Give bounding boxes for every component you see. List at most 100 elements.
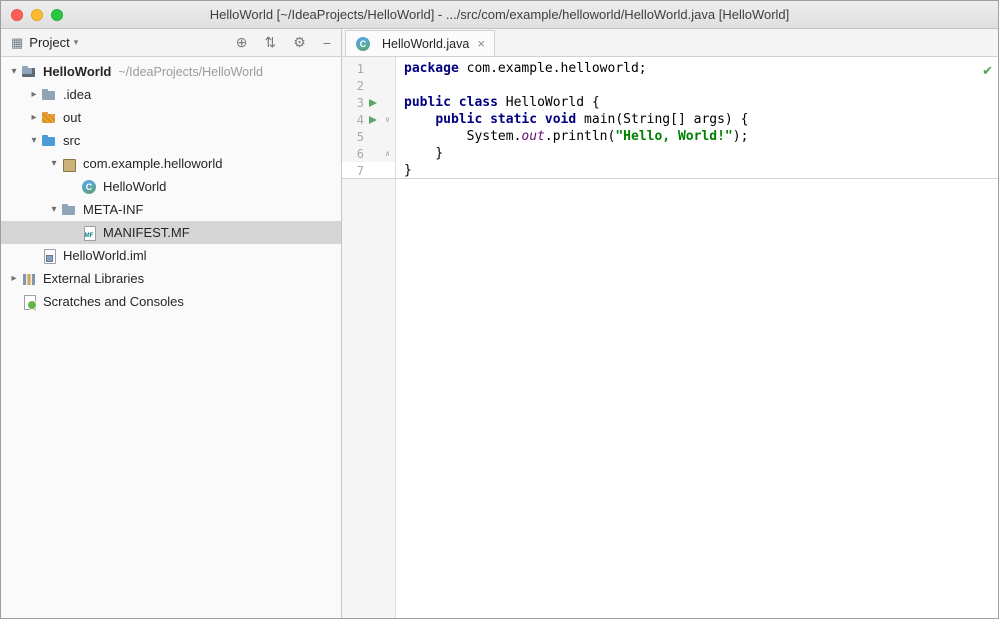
java-class-icon	[355, 36, 370, 52]
tab-label: HelloWorld.java	[382, 37, 469, 51]
line-number: 5	[342, 130, 364, 144]
code-token: main(String[] args) {	[576, 112, 748, 127]
gutter-row-3: 3	[342, 94, 395, 111]
line-number: 4	[342, 113, 364, 127]
run-button[interactable]	[369, 116, 377, 124]
code-token: System.	[404, 129, 521, 144]
line-number: 3	[342, 96, 364, 110]
run-button[interactable]	[369, 99, 377, 107]
manifest-icon	[81, 225, 97, 241]
gutter-row-7: 7	[342, 162, 395, 179]
chevron-down-icon[interactable]: ▾	[47, 204, 61, 215]
tree-item-label: Scratches and Consoles	[43, 294, 184, 309]
gutter-row-6: 6∧	[342, 145, 395, 162]
tree-item-com-example-helloworld[interactable]: ▾ com.example.helloworld	[1, 152, 341, 175]
code-token	[451, 95, 459, 110]
tree-item-label: src	[63, 133, 80, 148]
top-row: ▦ Project ▾ ⊕ ⇅ ⚙ − HelloWorld.java ×	[1, 29, 998, 57]
editor-gutter: 1 2 3 4 ∨ 56∧7	[342, 57, 396, 618]
code-token: package	[404, 61, 459, 76]
line-number: 1	[342, 62, 364, 76]
scratches-icon	[21, 294, 37, 310]
tree-item-meta-inf[interactable]: ▾ META-INF	[1, 198, 341, 221]
code-token: public	[404, 95, 451, 110]
chevron-down-icon[interactable]: ▾	[47, 158, 61, 169]
code-line-4: public static void main(String[] args) {	[404, 111, 998, 128]
run-gutter-cell	[364, 116, 381, 124]
out-folder-icon	[41, 110, 57, 126]
tree-item-external-libraries[interactable]: ▸ External Libraries	[1, 267, 341, 290]
close-tab-icon[interactable]: ×	[477, 36, 485, 51]
expand-collapse-icon[interactable]: ⇅	[265, 34, 277, 51]
code-token	[537, 112, 545, 127]
code-line-2	[404, 77, 998, 94]
tree-item-scratches-and-consoles[interactable]: Scratches and Consoles	[1, 290, 341, 313]
chevron-down-icon[interactable]: ▾	[74, 37, 79, 48]
tree-item-label: External Libraries	[43, 271, 144, 286]
folder-icon	[41, 87, 57, 103]
chevron-down-icon[interactable]: ▾	[7, 66, 21, 77]
code-line-7: }	[396, 162, 998, 179]
hide-panel-icon[interactable]: −	[323, 35, 331, 51]
tree-item-path: ~/IdeaProjects/HelloWorld	[118, 65, 263, 79]
tree-item-label: .idea	[63, 87, 91, 102]
code-editor[interactable]: 1 2 3 4 ∨ 56∧7 package com.example.helloworld…	[342, 57, 998, 618]
folder-icon	[61, 202, 77, 218]
tree-item-src[interactable]: ▾ src	[1, 129, 341, 152]
code-line-5: System.out.println("Hello, World!");	[404, 128, 998, 145]
code-token	[404, 112, 435, 127]
code-token: "Hello, World!"	[615, 129, 732, 144]
code-token: out	[521, 129, 544, 144]
tree-item-label: HelloWorld.iml	[63, 248, 147, 263]
code-token: }	[404, 163, 412, 178]
src-folder-icon	[41, 133, 57, 149]
project-folder-icon	[21, 64, 37, 80]
inspection-ok-icon[interactable]: ✔	[982, 64, 993, 79]
tree-item-out[interactable]: ▸out	[1, 106, 341, 129]
tree-item-label: META-INF	[83, 202, 143, 217]
code-token	[482, 112, 490, 127]
code-token: HelloWorld {	[498, 95, 600, 110]
code-token: }	[404, 146, 443, 161]
settings-gear-icon[interactable]: ⚙	[293, 34, 306, 51]
fold-marker-icon[interactable]: ∨	[381, 115, 394, 124]
tab-helloworld-java[interactable]: HelloWorld.java ×	[345, 30, 495, 56]
code-token: static	[490, 112, 537, 127]
code-line-3: public class HelloWorld {	[404, 94, 998, 111]
window-controls	[11, 1, 63, 28]
code-area[interactable]: package com.example.helloworld; public c…	[396, 57, 998, 618]
libraries-icon	[21, 271, 37, 287]
zoom-window-button[interactable]	[51, 9, 63, 21]
window-title: HelloWorld [~/IdeaProjects/HelloWorld] -…	[1, 7, 998, 22]
chevron-down-icon[interactable]: ▾	[27, 135, 41, 146]
tree-item-label: HelloWorld	[103, 179, 166, 194]
chevron-right-icon[interactable]: ▸	[27, 89, 41, 100]
project-view-selector[interactable]: Project	[29, 35, 69, 50]
tree-item-label: com.example.helloworld	[83, 156, 222, 171]
chevron-right-icon[interactable]: ▸	[27, 112, 41, 123]
tree-item-helloworld[interactable]: HelloWorld	[1, 175, 341, 198]
tool-window-actions: ⊕ ⇅ ⚙ −	[236, 34, 331, 51]
code-token: void	[545, 112, 576, 127]
main-area: ▾ HelloWorld ~/IdeaProjects/HelloWorld ▸ .id…	[1, 57, 998, 618]
minimize-window-button[interactable]	[31, 9, 43, 21]
close-window-button[interactable]	[11, 9, 23, 21]
project-view-icon: ▦	[11, 35, 23, 51]
code-token: );	[733, 129, 749, 144]
tree-item--idea[interactable]: ▸ .idea	[1, 83, 341, 106]
package-icon	[61, 156, 77, 172]
code-token: .println(	[545, 129, 615, 144]
locate-file-icon[interactable]: ⊕	[236, 34, 248, 51]
class-icon	[81, 179, 97, 195]
project-tool-window-header: ▦ Project ▾ ⊕ ⇅ ⚙ −	[1, 29, 342, 56]
tree-item-helloworld[interactable]: ▾ HelloWorld ~/IdeaProjects/HelloWorld	[1, 60, 341, 83]
chevron-right-icon[interactable]: ▸	[7, 273, 21, 284]
line-number: 2	[342, 79, 364, 93]
tree-item-helloworld-iml[interactable]: HelloWorld.iml	[1, 244, 341, 267]
code-token: com.example.helloworld;	[459, 61, 647, 76]
tree-item-manifest-mf[interactable]: MANIFEST.MF	[1, 221, 341, 244]
gutter-row-1: 1	[342, 60, 395, 77]
tree-item-label: HelloWorld	[43, 64, 111, 79]
fold-marker-icon[interactable]: ∧	[381, 149, 394, 158]
gutter-row-2: 2	[342, 77, 395, 94]
